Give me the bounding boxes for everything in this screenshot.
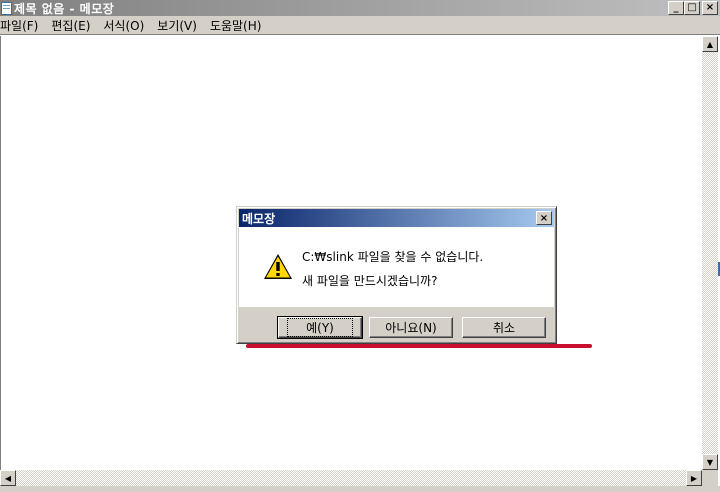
cancel-button[interactable]: 취소: [462, 317, 546, 338]
dialog-title: 메모장: [242, 211, 276, 226]
no-button[interactable]: 아니요(N): [369, 317, 453, 338]
window-bottom-border: [0, 486, 720, 492]
dialog-message-line1: C:₩slink 파일을 찾을 수 없습니다.: [302, 250, 484, 264]
minimize-button[interactable]: _: [668, 1, 684, 15]
menu-file[interactable]: 파일(F): [0, 17, 45, 34]
dialog-message-line2: 새 파일을 만드시겠습니까?: [302, 274, 438, 288]
message-dialog: 메모장 × C:₩slink 파일을 찾을 수 없습니다. 새 파일을 만드시겠…: [236, 206, 557, 344]
close-button[interactable]: ×: [702, 1, 718, 15]
dialog-close-button[interactable]: ×: [536, 211, 552, 225]
scroll-down-button[interactable]: ▼: [702, 454, 718, 470]
scroll-up-button[interactable]: ▲: [702, 36, 718, 52]
scroll-right-button[interactable]: ▶: [686, 470, 702, 486]
menu-bar: 파일(F) 편집(E) 서식(O) 보기(V) 도움말(H): [0, 16, 720, 35]
menu-format[interactable]: 서식(O): [103, 17, 151, 34]
scroll-left-button[interactable]: ◀: [0, 470, 16, 486]
caption-buttons: _ □ ×: [668, 1, 718, 15]
yes-button-label: 예(Y): [287, 318, 353, 337]
size-grip[interactable]: [702, 470, 718, 486]
yes-button[interactable]: 예(Y): [277, 316, 363, 339]
annotation-underline: [246, 344, 592, 348]
window-title: 제목 없음 - 메모장: [14, 1, 115, 16]
menu-edit[interactable]: 편집(E): [51, 17, 97, 34]
menu-help[interactable]: 도움말(H): [210, 17, 269, 34]
vertical-scrollbar[interactable]: ▲ ▼: [702, 36, 718, 470]
dialog-body: C:₩slink 파일을 찾을 수 없습니다. 새 파일을 만드시겠습니까?: [239, 227, 554, 307]
dialog-title-bar[interactable]: 메모장 ×: [239, 209, 554, 227]
maximize-button[interactable]: □: [684, 1, 700, 15]
warning-icon: [264, 254, 292, 279]
title-bar[interactable]: 제목 없음 - 메모장 _ □ ×: [0, 0, 720, 16]
menu-view[interactable]: 보기(V): [157, 17, 204, 34]
notepad-icon: [1, 1, 12, 15]
horizontal-scrollbar[interactable]: ◀ ▶: [0, 470, 702, 486]
